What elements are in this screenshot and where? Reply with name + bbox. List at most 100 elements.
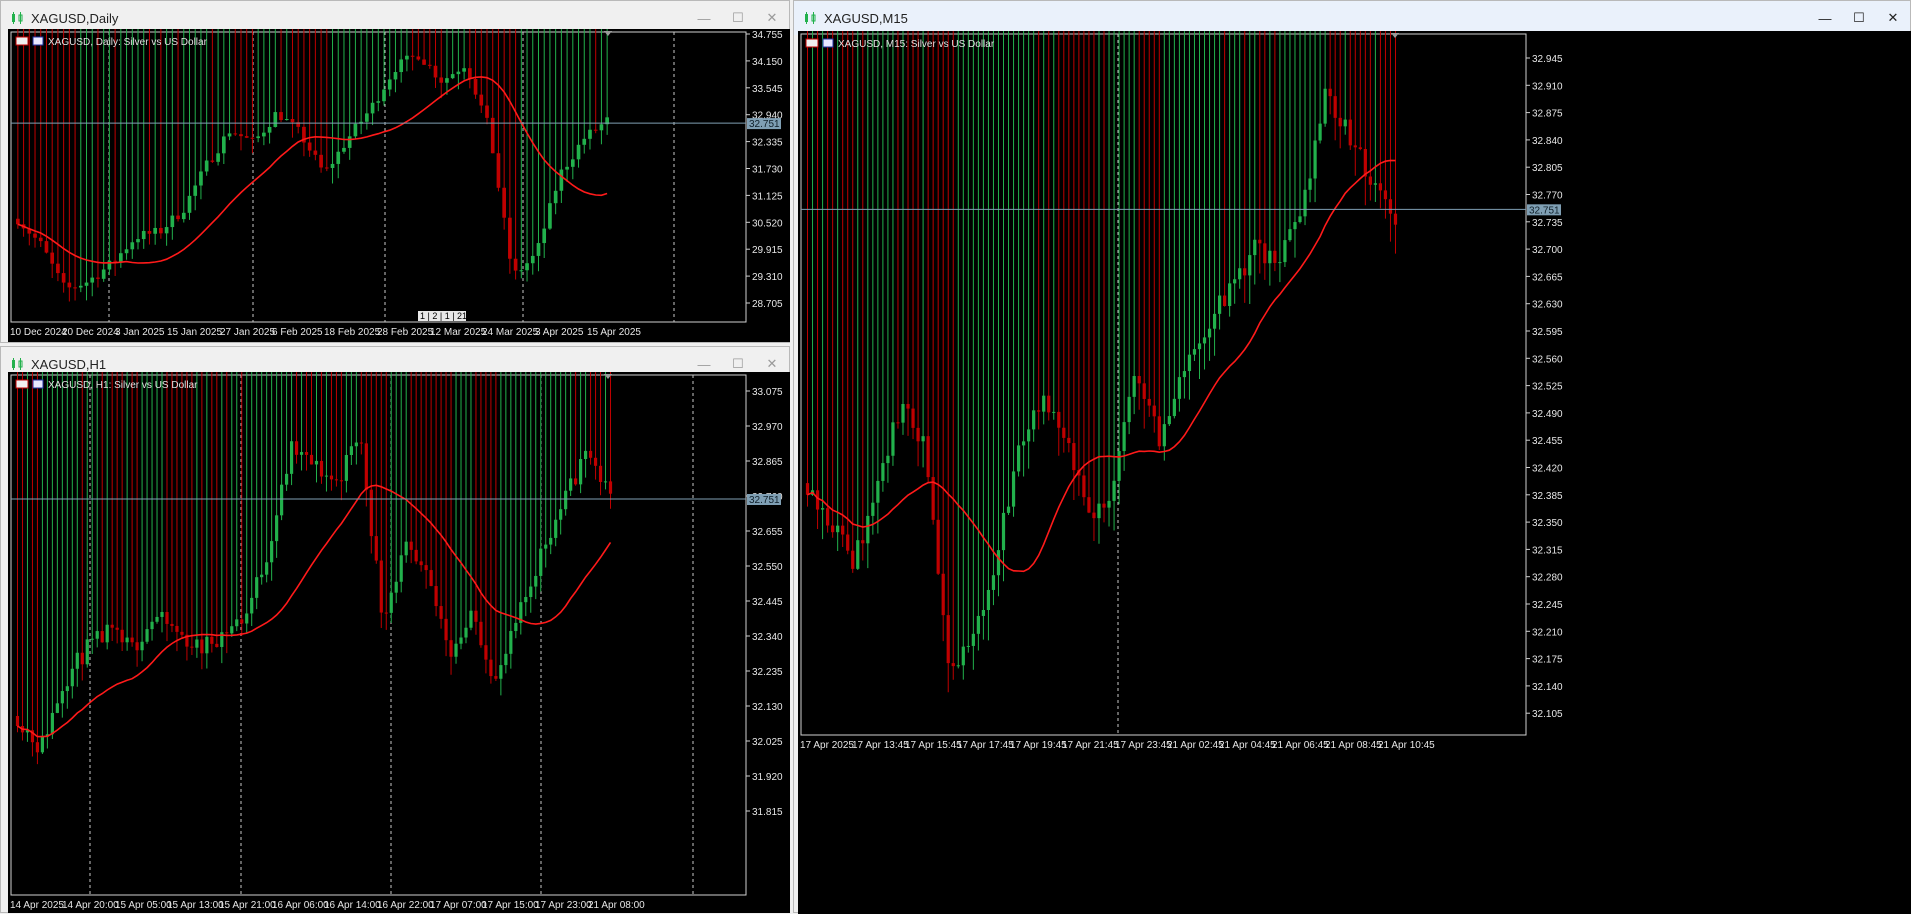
m15-titlebar[interactable]: XAGUSD,M15 — ☐ ✕ [794, 1, 1910, 35]
maximize-button[interactable]: ☐ [1842, 6, 1876, 30]
candle-body [1308, 178, 1312, 190]
y-tick-label: 32.875 [1532, 109, 1563, 120]
candle-body [273, 112, 278, 127]
y-tick-label: 32.805 [1532, 163, 1563, 174]
us-flag-icon [822, 38, 834, 48]
candle-body [886, 455, 890, 464]
candle-body [16, 218, 20, 225]
symbol-description: XAGUSD, M15: Silver vs US Dollar [838, 39, 995, 50]
daily-chart-area[interactable]: 34.755 34.150 33.545 32.940 32.335 31.730 31.1… [8, 29, 790, 342]
candle-body [926, 436, 930, 478]
candle-body [120, 629, 124, 643]
m15-chart-area[interactable]: 32.945 32.910 32.875 32.840 32.805 32.770 32.7… [798, 31, 1911, 914]
candle-body [851, 550, 855, 569]
candle-body [529, 586, 533, 598]
y-tick-label: 32.420 [1532, 464, 1563, 475]
y-tick-label: 32.455 [1532, 436, 1563, 447]
candle-body [593, 457, 598, 466]
minimize-button[interactable]: — [687, 6, 721, 30]
candle-body [1268, 250, 1272, 264]
candle-body [354, 442, 358, 447]
candle-body [479, 94, 484, 106]
candle-body [370, 102, 375, 114]
candle-body [270, 541, 274, 563]
y-tick-label: 34.150 [752, 57, 783, 68]
candle-body [450, 74, 455, 79]
candle-body [124, 249, 129, 254]
x-tick-label: 15 Apr 21:00 [219, 900, 276, 911]
x-tick-label: 12 Mar 2025 [430, 327, 487, 338]
maximize-button[interactable]: ☐ [721, 6, 755, 30]
candle-body [165, 612, 169, 624]
candle-body [90, 638, 94, 640]
candle-body [1062, 427, 1066, 438]
candle-body [193, 185, 198, 196]
candle-body [101, 269, 106, 279]
x-tick-label: 21 Apr 08:00 [588, 900, 645, 911]
h1-chart-window[interactable]: XAGUSD,H1 — ☐ ✕ 33.07532.97032.86532.760… [0, 346, 790, 913]
candle-body [881, 463, 885, 481]
candle-body [159, 227, 163, 234]
candle-body [464, 627, 468, 638]
candle-body [221, 136, 226, 154]
candle-body [559, 509, 563, 520]
candle-body [554, 519, 558, 538]
candle-body [90, 277, 95, 283]
candle-body [901, 404, 905, 423]
y-tick-label: 33.545 [752, 84, 783, 95]
candle-body [536, 243, 541, 256]
candle-body [427, 64, 432, 66]
candle-body [1137, 376, 1141, 384]
h1-chart-area[interactable]: 33.07532.97032.86532.76032.65532.55032.4… [8, 372, 790, 913]
candle-body [382, 89, 386, 102]
candle-body [324, 475, 329, 477]
candle-body [56, 263, 60, 274]
candle-body [365, 113, 369, 122]
y-tick-label: 32.175 [1532, 655, 1563, 666]
candle-body [484, 645, 488, 660]
candle-body [921, 436, 925, 442]
candle-body [319, 154, 323, 168]
candle-body [153, 227, 157, 234]
candle-body [544, 544, 548, 549]
close-button[interactable]: ✕ [1876, 6, 1910, 30]
y-tick-label: 32.865 [752, 457, 783, 468]
candle-body [284, 473, 289, 485]
candle-body [176, 215, 180, 220]
candle-body [147, 230, 152, 234]
candle-body [113, 260, 117, 262]
candle-body [175, 625, 179, 632]
daily-chart-window[interactable]: XAGUSD,Daily — ☐ ✕ 34.755 34.150 33.545 32.… [0, 0, 790, 343]
y-tick-label: 34.755 [752, 30, 783, 41]
candle-body [314, 460, 319, 465]
candle-body [866, 515, 870, 544]
us-flag-icon [32, 36, 44, 46]
candle-body [1011, 471, 1016, 507]
candle-body [342, 147, 346, 152]
candle-body [936, 519, 940, 574]
m15-chart-window[interactable]: XAGUSD,M15 — ☐ ✕ 32.945 32.910 32.875 32.84… [793, 0, 1911, 914]
candle-body [364, 443, 368, 490]
candle-body [1006, 506, 1011, 513]
candle-body [347, 136, 352, 148]
candle-body [200, 639, 204, 654]
candle-body [553, 190, 558, 204]
candle-body [1021, 441, 1026, 446]
candle-body [1228, 283, 1232, 307]
minimize-button[interactable]: — [1808, 6, 1842, 30]
candle-body [525, 263, 529, 271]
candle-body [304, 452, 309, 455]
candle-body [570, 159, 575, 167]
y-tick-label: 32.340 [752, 632, 783, 643]
candle-body [1318, 123, 1322, 141]
candle-body [359, 442, 363, 444]
candle-body [1388, 199, 1393, 214]
candle-body [95, 631, 99, 639]
y-tick-label: 33.075 [752, 387, 783, 398]
candle-body [1132, 376, 1136, 397]
candle-body [1243, 268, 1247, 276]
close-button[interactable]: ✕ [755, 6, 789, 30]
candle-body [1383, 190, 1388, 200]
candle-body [399, 59, 404, 73]
candle-body [1127, 396, 1131, 423]
